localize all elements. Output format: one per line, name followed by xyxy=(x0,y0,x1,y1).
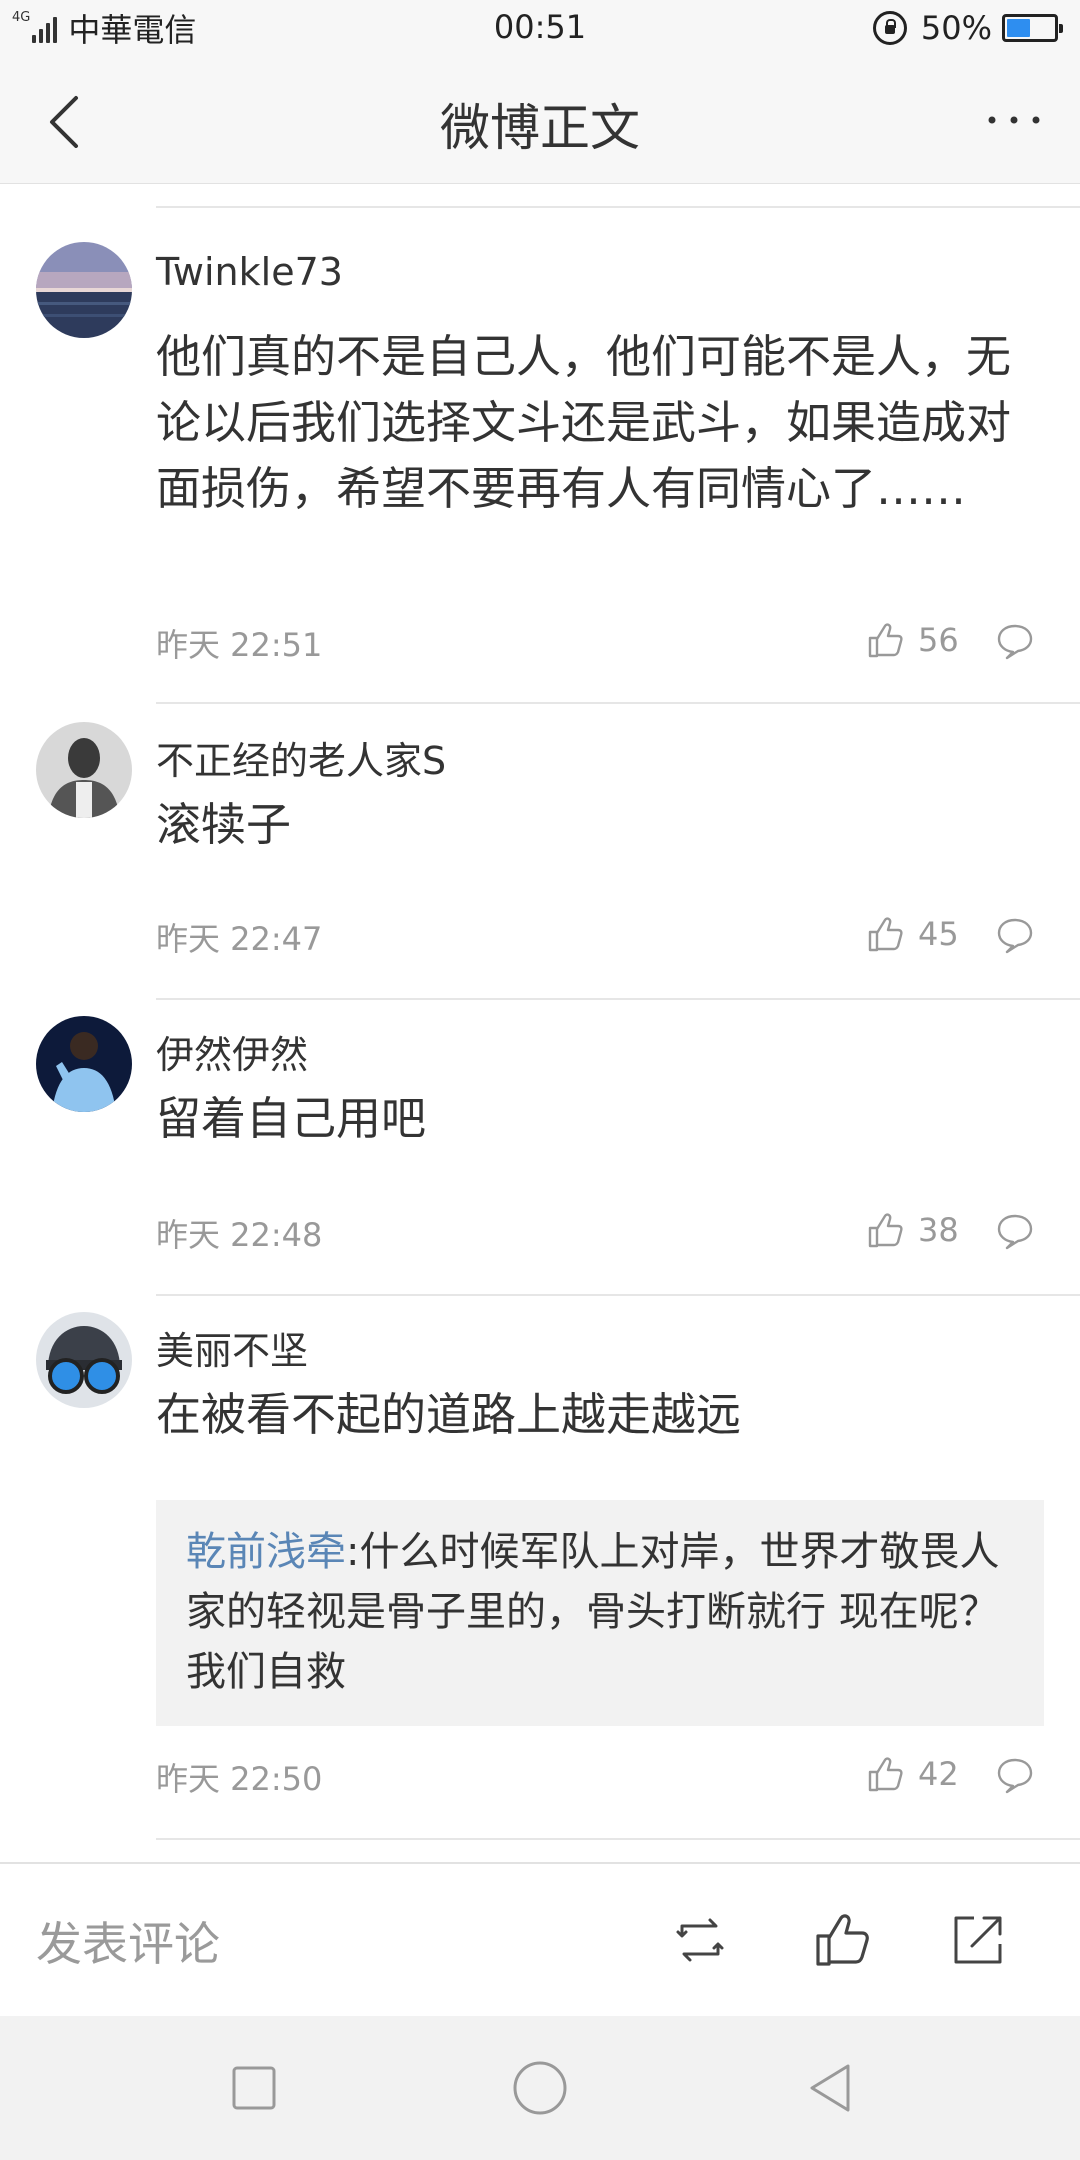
singer-avatar xyxy=(36,1016,132,1112)
quote-author-link[interactable]: 乾前浅牵 xyxy=(186,1529,346,1575)
nav-bar: 微博正文 xyxy=(0,56,1080,184)
battery-icon xyxy=(1002,14,1063,42)
repost-icon[interactable] xyxy=(668,1908,732,1972)
avatar[interactable] xyxy=(36,1016,132,1112)
more-horizontal-icon[interactable] xyxy=(984,100,1044,140)
action-bar: 发表评论 xyxy=(0,1862,1080,2016)
comment-input[interactable]: 发表评论 xyxy=(36,1908,220,1974)
share-icon[interactable] xyxy=(946,1908,1010,1972)
comment-text: 留着自己用吧 xyxy=(156,1092,427,1145)
avatar[interactable] xyxy=(36,242,132,338)
comment-username[interactable]: 不正经的老人家S xyxy=(156,730,446,785)
reply-icon[interactable] xyxy=(996,1756,1034,1794)
divider xyxy=(156,702,1080,704)
reply-icon[interactable] xyxy=(996,1212,1034,1250)
page-title: 微博正文 xyxy=(440,99,640,157)
like-count: 45 xyxy=(918,915,959,953)
comment-username[interactable]: Twinkle73 xyxy=(156,250,343,294)
like-button[interactable]: 38 xyxy=(866,1210,959,1250)
status-bar: 4G 中華電信 00:51 50% xyxy=(0,0,1080,56)
thumbs-up-icon xyxy=(868,1213,903,1248)
divider xyxy=(156,206,1080,208)
comment-time: 昨天 22:51 xyxy=(156,626,323,664)
like-button[interactable]: 56 xyxy=(866,620,959,660)
thumbs-up-icon xyxy=(868,1757,903,1792)
battery-fill xyxy=(1007,19,1030,37)
comment-text: 滚犊子 xyxy=(156,798,292,851)
thumbs-up-icon xyxy=(868,917,903,952)
like-count: 56 xyxy=(918,621,959,659)
avatar[interactable] xyxy=(36,722,132,818)
home-circle-icon[interactable] xyxy=(510,2058,570,2118)
comment-time: 昨天 22:50 xyxy=(156,1760,323,1798)
like-button[interactable]: 42 xyxy=(866,1754,959,1794)
battery-percent: 50% xyxy=(920,9,992,47)
divider xyxy=(156,998,1080,1000)
comment-username[interactable]: 伊然伊然 xyxy=(156,1024,308,1079)
like-count: 38 xyxy=(918,1211,959,1249)
like-button[interactable]: 45 xyxy=(866,914,959,954)
status-right: 50% xyxy=(872,8,1063,48)
comment-text: 他们真的不是自己人，他们可能不是人，无论以后我们选择文斗还是武斗，如果造成对面损… xyxy=(156,330,1012,515)
thumbs-up-icon xyxy=(868,623,903,658)
divider xyxy=(156,1838,1080,1840)
comment-time: 昨天 22:48 xyxy=(156,1216,323,1254)
comment-text: 在被看不起的道路上越走越远 xyxy=(156,1388,742,1441)
comment-username[interactable]: 美丽不坚 xyxy=(156,1320,308,1375)
sea-sunset-avatar xyxy=(36,242,132,338)
rotation-lock-icon xyxy=(872,11,907,45)
divider xyxy=(156,1294,1080,1296)
bw-portrait-avatar xyxy=(36,722,132,818)
helmet-avatar xyxy=(36,1312,132,1408)
quoted-reply[interactable]: 乾前浅牵:什么时候军队上对岸，世界才敬畏人家的轻视是骨子里的，骨头打断就行 现在… xyxy=(156,1500,1044,1726)
avatar[interactable] xyxy=(36,1312,132,1408)
comment-time: 昨天 22:47 xyxy=(156,920,323,958)
reply-icon[interactable] xyxy=(996,622,1034,660)
recents-square-icon[interactable] xyxy=(224,2058,284,2118)
like-count: 42 xyxy=(918,1755,959,1793)
like-icon[interactable] xyxy=(812,1908,876,1972)
system-nav-bar xyxy=(0,2016,1080,2160)
reply-icon[interactable] xyxy=(996,916,1034,954)
back-triangle-icon[interactable] xyxy=(800,2058,860,2118)
